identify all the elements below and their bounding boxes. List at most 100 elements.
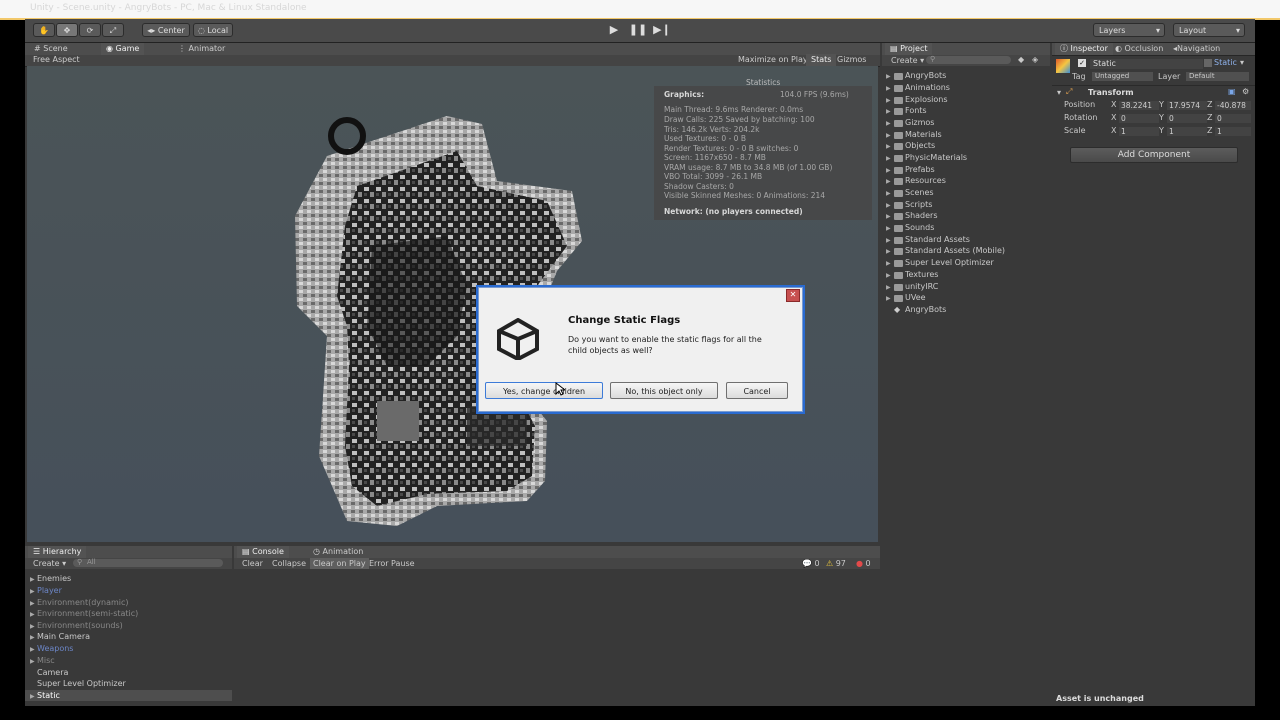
- maximize-on-play-toggle[interactable]: Maximize on Play: [733, 54, 813, 66]
- hierarchy-item[interactable]: Camera: [37, 668, 68, 677]
- expand-arrow-icon[interactable]: ▶: [886, 284, 891, 291]
- tab-animation[interactable]: ◷ Animation: [308, 546, 368, 558]
- tag-dropdown[interactable]: Untagged: [1092, 72, 1153, 81]
- expand-arrow-icon[interactable]: ▶: [886, 237, 891, 244]
- layer-dropdown[interactable]: Default: [1186, 72, 1249, 81]
- help-icon[interactable]: ▣: [1228, 87, 1236, 96]
- expand-arrow-icon[interactable]: ▶: [886, 120, 891, 127]
- yes-change-children-button[interactable]: Yes, change children: [485, 382, 603, 399]
- project-folder[interactable]: Scripts: [905, 200, 932, 209]
- expand-arrow-icon[interactable]: ▶: [886, 202, 891, 209]
- pause-button[interactable]: ❚❚: [627, 22, 649, 38]
- layout-dropdown[interactable]: Layout ▾: [1173, 23, 1245, 37]
- scale-x-field[interactable]: 1: [1119, 127, 1159, 136]
- object-name-field[interactable]: Static: [1090, 59, 1203, 69]
- tab-game[interactable]: ◉ Game: [101, 43, 145, 55]
- tab-animator[interactable]: ⋮ Animator: [173, 43, 230, 55]
- hierarchy-item[interactable]: Main Camera: [37, 632, 90, 641]
- hierarchy-item[interactable]: Enemies: [37, 574, 71, 583]
- hierarchy-item[interactable]: Misc: [37, 656, 55, 665]
- expand-arrow-icon[interactable]: ▶: [886, 108, 891, 115]
- project-create-button[interactable]: Create ▾: [891, 56, 924, 65]
- clear-button[interactable]: Clear: [242, 559, 263, 568]
- rotation-x-field[interactable]: 0: [1119, 114, 1159, 123]
- expand-arrow-icon[interactable]: ▶: [30, 646, 35, 653]
- tab-navigation[interactable]: ◂Navigation: [1168, 43, 1225, 55]
- project-folder[interactable]: Animations: [905, 83, 950, 92]
- project-folder[interactable]: PhysicMaterials: [905, 153, 967, 162]
- project-folder[interactable]: Super Level Optimizer: [905, 258, 994, 267]
- position-z-field[interactable]: -40.878: [1215, 101, 1251, 110]
- expand-arrow-icon[interactable]: ▶: [30, 693, 35, 700]
- aspect-dropdown[interactable]: Free Aspect: [28, 54, 85, 66]
- tab-project[interactable]: ▤ Project: [885, 43, 933, 55]
- project-folder[interactable]: Fonts: [905, 106, 927, 115]
- expand-arrow-icon[interactable]: ▶: [886, 178, 891, 185]
- hierarchy-item[interactable]: Environment(dynamic): [37, 598, 129, 607]
- move-tool-button[interactable]: ✥: [56, 23, 78, 37]
- hierarchy-search-input[interactable]: ⚲ All: [73, 558, 223, 567]
- active-checkbox[interactable]: ✓: [1078, 59, 1086, 67]
- project-folder[interactable]: Textures: [905, 270, 938, 279]
- static-checkbox[interactable]: [1204, 59, 1212, 67]
- filter-type-icon[interactable]: ◆: [1018, 55, 1024, 64]
- project-folder[interactable]: Shaders: [905, 211, 938, 220]
- play-button[interactable]: ▶: [603, 22, 625, 38]
- project-scene-file[interactable]: AngryBots: [905, 305, 946, 314]
- no-this-object-only-button[interactable]: No, this object only: [610, 382, 718, 399]
- project-folder[interactable]: Sounds: [905, 223, 934, 232]
- expand-arrow-icon[interactable]: ▶: [886, 213, 891, 220]
- project-folder[interactable]: UVee: [905, 293, 926, 302]
- cancel-button[interactable]: Cancel: [726, 382, 788, 399]
- hierarchy-item-selected[interactable]: Static: [37, 691, 60, 700]
- expand-arrow-icon[interactable]: ▶: [886, 85, 891, 92]
- project-folder[interactable]: Explosions: [905, 95, 948, 104]
- pivot-center-button[interactable]: ◂▸ Center: [142, 23, 190, 37]
- layers-dropdown[interactable]: Layers ▾: [1093, 23, 1165, 37]
- expand-arrow-icon[interactable]: ▶: [886, 97, 891, 104]
- position-y-field[interactable]: 17.9574: [1167, 101, 1207, 110]
- hierarchy-create-button[interactable]: Create ▾: [33, 559, 66, 568]
- hierarchy-item[interactable]: Environment(sounds): [37, 621, 123, 630]
- gizmos-dropdown[interactable]: Gizmos: [832, 54, 871, 66]
- step-button[interactable]: ▶❙: [651, 22, 673, 38]
- expand-arrow-icon[interactable]: ▶: [886, 295, 891, 302]
- expand-arrow-icon[interactable]: ▶: [30, 658, 35, 665]
- scale-y-field[interactable]: 1: [1167, 127, 1207, 136]
- rotate-tool-button[interactable]: ⟳: [79, 23, 101, 37]
- chevron-down-icon[interactable]: ▾: [1240, 58, 1244, 67]
- expand-arrow-icon[interactable]: ▶: [30, 611, 35, 618]
- filter-label-icon[interactable]: ◈: [1032, 55, 1038, 64]
- tab-hierarchy[interactable]: ☰ Hierarchy: [28, 546, 87, 558]
- info-filter-toggle[interactable]: 💬 0: [802, 559, 820, 568]
- hand-tool-button[interactable]: ✋: [33, 23, 55, 37]
- expand-arrow-icon[interactable]: ▶: [30, 576, 35, 583]
- tab-inspector[interactable]: ⓘ Inspector: [1055, 43, 1113, 55]
- expand-arrow-icon[interactable]: ▶: [886, 248, 891, 255]
- project-search-input[interactable]: ⚲: [926, 55, 1011, 64]
- rotation-y-field[interactable]: 0: [1167, 114, 1207, 123]
- hierarchy-item[interactable]: Super Level Optimizer: [37, 679, 126, 688]
- project-folder[interactable]: AngryBots: [905, 71, 946, 80]
- expand-arrow-icon[interactable]: ▶: [886, 155, 891, 162]
- project-folder[interactable]: Resources: [905, 176, 946, 185]
- expand-arrow-icon[interactable]: ▶: [30, 623, 35, 630]
- tab-occlusion[interactable]: ◐ Occlusion: [1110, 43, 1168, 55]
- expand-arrow-icon[interactable]: ▶: [886, 143, 891, 150]
- space-local-button[interactable]: ◌ Local: [193, 23, 233, 37]
- expand-arrow-icon[interactable]: ▶: [886, 73, 891, 80]
- error-pause-toggle[interactable]: Error Pause: [369, 559, 415, 568]
- project-folder[interactable]: Scenes: [905, 188, 934, 197]
- add-component-button[interactable]: Add Component: [1070, 147, 1238, 163]
- hierarchy-item[interactable]: Player: [37, 586, 62, 595]
- close-button[interactable]: ✕: [786, 289, 800, 302]
- expand-arrow-icon[interactable]: ▶: [30, 588, 35, 595]
- project-folder[interactable]: Standard Assets (Mobile): [905, 246, 1005, 255]
- expand-arrow-icon[interactable]: ▶: [886, 190, 891, 197]
- expand-arrow-icon[interactable]: ▶: [886, 260, 891, 267]
- project-folder[interactable]: Prefabs: [905, 165, 935, 174]
- hierarchy-item[interactable]: Environment(semi-static): [37, 609, 138, 618]
- expand-arrow-icon[interactable]: ▶: [30, 600, 35, 607]
- error-filter-toggle[interactable]: ● 0: [856, 559, 871, 568]
- expand-arrow-icon[interactable]: ▶: [886, 167, 891, 174]
